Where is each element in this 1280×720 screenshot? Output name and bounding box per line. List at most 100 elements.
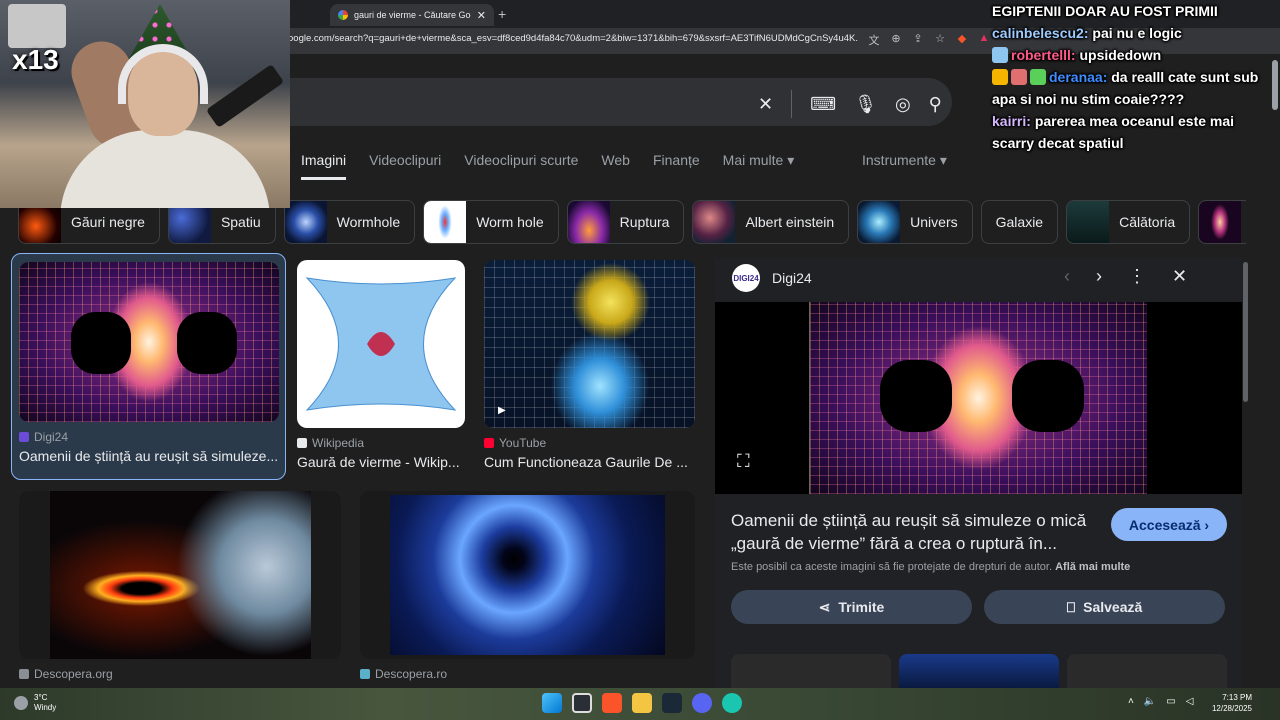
zoom-icon[interactable]: ⊕ bbox=[888, 32, 904, 48]
chip-worm-hole[interactable]: Worm hole bbox=[423, 200, 559, 244]
chip-journey[interactable]: Călătoria bbox=[1066, 200, 1191, 244]
share-button[interactable]: ⋖ Trimite bbox=[731, 590, 972, 624]
weather-icon bbox=[14, 696, 28, 710]
steam-icon[interactable] bbox=[662, 693, 682, 713]
app-icon[interactable] bbox=[722, 693, 742, 713]
result-image[interactable] bbox=[297, 260, 465, 428]
result-title[interactable]: Gaură de vierme - Wikip... bbox=[297, 454, 465, 470]
panel-source[interactable]: Digi24 bbox=[772, 270, 812, 286]
chevron-up-icon[interactable]: ˄ bbox=[1128, 696, 1134, 707]
search-icon[interactable]: ⚲ bbox=[929, 94, 942, 115]
panel-header: DIGI24 Digi24 bbox=[732, 264, 812, 292]
divider bbox=[791, 90, 793, 118]
result-image[interactable]: ▶ bbox=[484, 260, 695, 428]
chip-thumbnail bbox=[1067, 201, 1110, 243]
caret-down-icon: ▾ bbox=[939, 152, 947, 168]
result-card[interactable]: Descopera.org bbox=[19, 491, 341, 681]
discord-icon[interactable] bbox=[692, 693, 712, 713]
lens-icon[interactable]: ◎ bbox=[895, 94, 911, 115]
keyboard-icon[interactable]: ⌨ bbox=[810, 94, 836, 115]
result-card[interactable]: Wikipedia Gaură de vierme - Wikip... bbox=[297, 260, 465, 470]
weather-text: 3°C Windy bbox=[34, 693, 57, 712]
stream-chat: EGIPTENII DOAR AU FOST PRIMII calinbeles… bbox=[992, 0, 1274, 154]
save-button[interactable]: ⎕ Salvează bbox=[984, 590, 1225, 624]
tab-web[interactable]: Web bbox=[601, 152, 630, 180]
chip-rupture[interactable]: Ruptura bbox=[566, 200, 685, 244]
visual-search-icon[interactable]: ⛶ bbox=[737, 451, 750, 472]
result-image[interactable] bbox=[19, 491, 341, 659]
result-card[interactable]: Descopera.ro bbox=[360, 491, 695, 681]
clock-date: 12/28/2025 bbox=[1211, 704, 1252, 713]
chip-more[interactable] bbox=[1198, 200, 1246, 244]
browser-tab[interactable]: gauri de vierme - Căutare Googl ✕ bbox=[330, 4, 494, 26]
task-view-icon[interactable] bbox=[572, 693, 592, 713]
headphones bbox=[118, 44, 208, 104]
share-icon[interactable]: ⇪ bbox=[910, 32, 926, 48]
start-icon[interactable] bbox=[542, 693, 562, 713]
descopera-favicon-icon bbox=[19, 669, 29, 679]
weather-widget[interactable]: 3°C Windy bbox=[14, 693, 56, 713]
preview-image[interactable] bbox=[810, 302, 1147, 494]
chip-albert-einstein[interactable]: Albert einstein bbox=[692, 200, 850, 244]
tab-finance[interactable]: Finanțe bbox=[653, 152, 700, 180]
panel-title[interactable]: Oamenii de știință au reușit să simuleze… bbox=[731, 509, 1091, 555]
new-tab-icon[interactable]: + bbox=[498, 6, 506, 22]
brave-rewards-icon[interactable]: ▲ bbox=[976, 32, 992, 48]
result-title[interactable]: Oamenii de știință au reușit să simuleze… bbox=[19, 448, 279, 464]
speaker-icon[interactable]: ◁ bbox=[1186, 696, 1194, 707]
result-source: Digi24 bbox=[19, 430, 279, 444]
result-card[interactable]: ▶ YouTube Cum Functioneaza Gaurile De ..… bbox=[484, 260, 695, 470]
taskbar-clock[interactable]: 7:13 PM 12/28/2025 bbox=[1206, 692, 1252, 714]
tab-more[interactable]: Mai multe ▾ bbox=[723, 152, 795, 180]
result-card[interactable]: Digi24 Oamenii de știință au reușit să s… bbox=[19, 262, 279, 464]
multiplier-label: x13 bbox=[12, 44, 59, 75]
system-tray: ˄ 🔈 ▭ ◁ bbox=[1128, 696, 1193, 707]
result-title[interactable]: Cum Functioneaza Gaurile De ... bbox=[484, 454, 695, 470]
tab-images[interactable]: Imagini bbox=[301, 152, 347, 180]
brave-shield-icon[interactable]: ◆ bbox=[954, 32, 970, 48]
tab-title: gauri de vierme - Căutare Googl bbox=[354, 10, 471, 20]
url-text[interactable]: oogle.com/search?q=gauri+de+vierme&sca_e… bbox=[288, 33, 858, 44]
network-icon[interactable]: ▭ bbox=[1166, 696, 1175, 707]
chip-thumbnail bbox=[424, 201, 467, 243]
clear-icon[interactable]: ✕ bbox=[758, 94, 773, 115]
result-image[interactable] bbox=[360, 491, 695, 659]
chip-universe[interactable]: Univers bbox=[857, 200, 973, 244]
translate-icon[interactable]: 文 bbox=[866, 32, 882, 48]
related-image-thumbnail[interactable] bbox=[731, 654, 891, 688]
tools-button[interactable]: Instrumente ▾ bbox=[862, 152, 947, 169]
chat-username: calinbelescu2: bbox=[992, 25, 1089, 41]
copyright-notice: Este posibil ca aceste imagini să fie pr… bbox=[731, 561, 1131, 573]
related-image-thumbnail[interactable] bbox=[1067, 654, 1227, 688]
tab-videos[interactable]: Videoclipuri bbox=[369, 152, 441, 180]
result-image[interactable] bbox=[19, 262, 279, 422]
previous-icon[interactable]: ‹ bbox=[1064, 266, 1070, 287]
next-icon[interactable]: › bbox=[1096, 266, 1102, 287]
result-source: YouTube bbox=[484, 436, 695, 450]
streamer-badge bbox=[8, 4, 66, 48]
more-options-icon[interactable]: ⋮ bbox=[1128, 266, 1146, 287]
panel-scrollbar[interactable] bbox=[1243, 262, 1248, 402]
bookmark-icon[interactable]: ☆ bbox=[932, 32, 948, 48]
chat-username: deranaa: bbox=[1049, 69, 1108, 85]
chip-wormhole[interactable]: Wormhole bbox=[283, 200, 416, 244]
tab-short-videos[interactable]: Videoclipuri scurte bbox=[464, 152, 578, 180]
related-image-thumbnail[interactable] bbox=[899, 654, 1059, 688]
microphone-arm bbox=[205, 64, 285, 128]
user-badge-icon bbox=[992, 47, 1008, 63]
subscriber-badge-icon bbox=[1030, 69, 1046, 85]
volume-icon[interactable]: 🔈 bbox=[1144, 696, 1156, 707]
close-icon[interactable]: ✕ bbox=[1172, 266, 1187, 287]
file-explorer-icon[interactable] bbox=[632, 693, 652, 713]
chip-galaxy[interactable]: Galaxie bbox=[980, 200, 1059, 244]
microphone-icon[interactable]: 🎙 bbox=[854, 94, 877, 115]
close-tab-icon[interactable]: ✕ bbox=[477, 9, 486, 22]
youtube-favicon-icon bbox=[484, 438, 494, 448]
visit-button[interactable]: Accesează › bbox=[1111, 508, 1227, 541]
result-source: Wikipedia bbox=[297, 436, 465, 450]
brave-browser-icon[interactable] bbox=[602, 693, 622, 713]
chat-message: robertelll: upsidedown bbox=[992, 44, 1274, 66]
wormhole-diagram bbox=[305, 277, 457, 411]
wikipedia-favicon-icon bbox=[297, 438, 307, 448]
learn-more-link[interactable]: Află mai multe bbox=[1055, 561, 1130, 573]
